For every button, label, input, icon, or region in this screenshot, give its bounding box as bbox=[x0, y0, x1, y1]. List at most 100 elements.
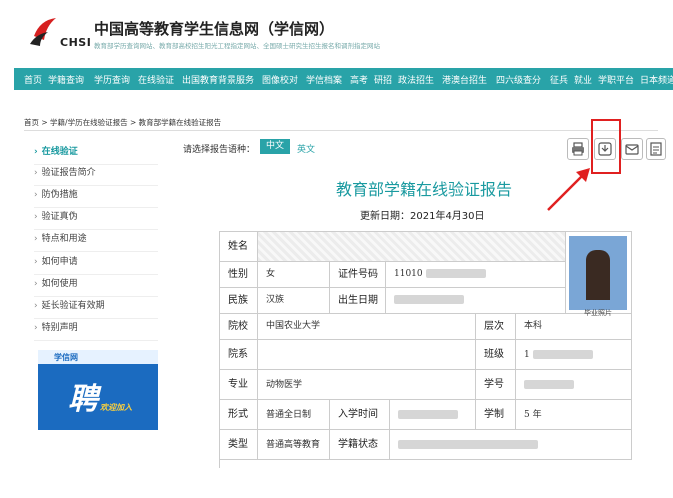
sidebar-item-label: 防伪措施 bbox=[41, 190, 78, 200]
nav-item-verify[interactable]: 在线验证 bbox=[138, 73, 174, 86]
birth-value bbox=[386, 288, 566, 314]
chevron-right-icon: › bbox=[34, 212, 38, 222]
main-nav: 首页 学籍查询 学历查询 在线验证 出国教育背景服务 图像校对 学信档案 高考 … bbox=[14, 68, 673, 90]
stuno-value bbox=[516, 370, 632, 400]
nav-item-gangaotai[interactable]: 港澳台招生 bbox=[442, 73, 487, 86]
sidebar-item-features[interactable]: › 特点和用途 bbox=[34, 231, 158, 252]
entry-value bbox=[390, 400, 476, 430]
sidebar-item-apply[interactable]: › 如何申请 bbox=[34, 254, 158, 275]
sidebar-item-verify-authentic[interactable]: › 验证真伪 bbox=[34, 209, 158, 230]
sidebar-item-label: 验证报告简介 bbox=[41, 168, 96, 178]
nav-item-archive[interactable]: 学信档案 bbox=[306, 73, 342, 86]
student-photo bbox=[569, 236, 627, 310]
gender-label: 性别 bbox=[220, 262, 258, 288]
birth-label: 出生日期 bbox=[330, 288, 386, 314]
duration-value: 5 年 bbox=[516, 400, 632, 430]
class-value: 1 bbox=[516, 340, 632, 370]
chevron-right-icon: › bbox=[34, 147, 38, 157]
site-subtitle: 教育部学历查询网站、教育部高校招生阳光工程指定网站、全国硕士研究生招生报名和调剂… bbox=[94, 42, 380, 50]
stuno-label: 学号 bbox=[476, 370, 516, 400]
school-label: 院校 bbox=[220, 314, 258, 340]
chevron-right-icon: › bbox=[34, 301, 38, 311]
nav-item-zhengbing[interactable]: 征兵 bbox=[550, 73, 568, 86]
sidebar-item-label: 特点和用途 bbox=[41, 234, 87, 244]
type-value: 普通高等教育 bbox=[258, 430, 330, 460]
form-label: 形式 bbox=[220, 400, 258, 430]
blurred-value bbox=[398, 410, 458, 419]
chevron-right-icon: › bbox=[34, 257, 38, 267]
dept-value bbox=[258, 340, 476, 370]
blurred-value bbox=[524, 380, 574, 389]
mail-button[interactable] bbox=[621, 138, 643, 160]
photo-caption: 毕业照片 bbox=[584, 309, 612, 317]
status-label: 学籍状态 bbox=[330, 430, 390, 460]
banner-headline: 聘 bbox=[68, 382, 98, 417]
lang-en-link[interactable]: 英文 bbox=[297, 142, 315, 155]
lang-zh-button[interactable]: 中文 bbox=[260, 139, 290, 154]
chevron-right-icon: › bbox=[34, 190, 38, 200]
sidebar-item-online-verify[interactable]: › 在线验证 bbox=[34, 144, 158, 165]
update-date: 更新日期：2021年4月30日 bbox=[360, 211, 485, 222]
sidebar-item-usage[interactable]: › 如何使用 bbox=[34, 276, 158, 297]
nav-item-yanzhao[interactable]: 研招 bbox=[374, 73, 392, 86]
nav-item-xuezhi[interactable]: 学职平台 bbox=[598, 73, 634, 86]
nav-item-image[interactable]: 图像校对 bbox=[262, 73, 298, 86]
more-button[interactable] bbox=[646, 138, 666, 160]
site-header: CHSI 中国高等教育学生信息网（学信网） 教育部学历查询网站、教育部高校招生阳… bbox=[0, 0, 673, 62]
print-button[interactable] bbox=[567, 138, 589, 160]
sidebar-item-label: 特别声明 bbox=[41, 323, 78, 333]
site-title: 中国高等教育学生信息网（学信网） bbox=[94, 20, 335, 38]
sidebar-item-anti-fake[interactable]: › 防伪措施 bbox=[34, 187, 158, 208]
major-label: 专业 bbox=[220, 370, 258, 400]
chevron-right-icon: › bbox=[34, 279, 38, 289]
blurred-value bbox=[425, 269, 486, 278]
report-title: 教育部学籍在线验证报告 bbox=[336, 180, 513, 199]
school-value: 中国农业大学 bbox=[258, 314, 476, 340]
nav-item-xueli[interactable]: 学历查询 bbox=[94, 73, 130, 86]
sidebar-item-label: 验证真伪 bbox=[41, 212, 78, 222]
blurred-value bbox=[394, 295, 464, 304]
breadcrumb[interactable]: 首页 > 学籍/学历在线验证报告 > 教育部学籍在线验证报告 bbox=[24, 117, 221, 128]
nav-item-cet[interactable]: 四六级查分 bbox=[496, 73, 541, 86]
sidebar-item-label: 如何申请 bbox=[41, 257, 78, 267]
annotation-arrow-icon bbox=[547, 168, 590, 211]
major-value: 动物医学 bbox=[258, 370, 476, 400]
sidebar-item-intro[interactable]: › 验证报告简介 bbox=[34, 165, 158, 186]
gender-value: 女 bbox=[258, 262, 330, 288]
nav-item-gaokao[interactable]: 高考 bbox=[350, 73, 368, 86]
sidebar-item-label: 如何使用 bbox=[41, 279, 78, 289]
form-value: 普通全日制 bbox=[258, 400, 330, 430]
id-label: 证件号码 bbox=[330, 262, 386, 288]
ethnic-label: 民族 bbox=[220, 288, 258, 314]
photo-figure bbox=[586, 250, 610, 300]
chevron-right-icon: › bbox=[34, 234, 38, 244]
dept-label: 院系 bbox=[220, 340, 258, 370]
divider bbox=[24, 130, 658, 131]
sidebar-item-extend[interactable]: › 延长验证有效期 bbox=[34, 298, 158, 319]
recruit-banner[interactable]: 学信网 聘 欢迎加入 bbox=[38, 350, 158, 430]
sidebar-item-label: 在线验证 bbox=[41, 147, 78, 157]
nav-item-home[interactable]: 首页 bbox=[24, 73, 42, 86]
document-icon bbox=[650, 142, 662, 156]
chevron-right-icon: › bbox=[34, 168, 38, 178]
ethnic-value: 汉族 bbox=[258, 288, 330, 314]
banner-join-text: 欢迎加入 bbox=[100, 403, 132, 412]
nav-item-xueji[interactable]: 学籍查询 bbox=[48, 73, 84, 86]
id-value-text: 11010 bbox=[394, 269, 423, 279]
nav-item-zhengfa[interactable]: 政法招生 bbox=[398, 73, 434, 86]
type-label: 类型 bbox=[220, 430, 258, 460]
blurred-value bbox=[532, 350, 593, 359]
lang-label: 请选择报告语种： bbox=[183, 145, 256, 155]
class-label: 班级 bbox=[476, 340, 516, 370]
blurred-value bbox=[398, 440, 538, 449]
sidebar-item-statement[interactable]: › 特别声明 bbox=[34, 320, 158, 341]
banner-brand: 学信网 bbox=[54, 353, 78, 362]
name-value bbox=[258, 232, 566, 262]
duration-label: 学制 bbox=[476, 400, 516, 430]
status-value bbox=[390, 430, 632, 460]
name-label: 姓名 bbox=[220, 232, 258, 262]
nav-item-abroad[interactable]: 出国教育背景服务 bbox=[182, 73, 254, 86]
nav-item-jiuye[interactable]: 就业 bbox=[574, 73, 592, 86]
entry-label: 入学时间 bbox=[330, 400, 390, 430]
nav-item-japan[interactable]: 日本频道 bbox=[640, 73, 673, 86]
